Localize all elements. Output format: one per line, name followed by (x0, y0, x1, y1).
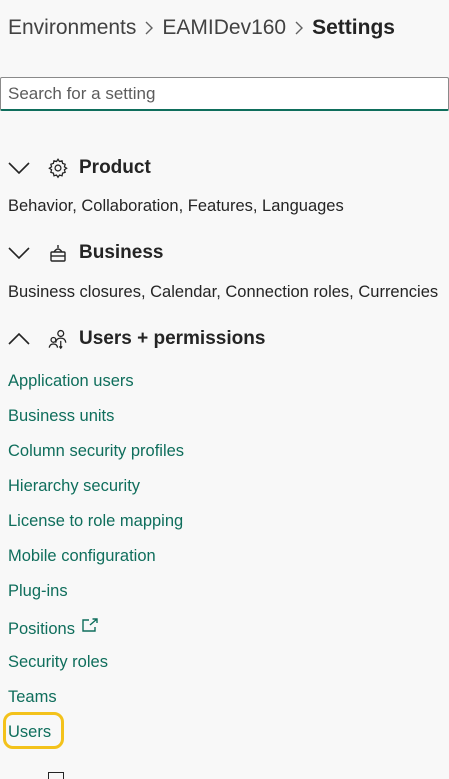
breadcrumb-environment-name[interactable]: EAMIDev160 (162, 14, 286, 42)
link-column-security-profiles[interactable]: Column security profiles (8, 440, 184, 462)
chevron-down-icon[interactable] (6, 158, 32, 178)
link-positions-row[interactable]: Positions (8, 616, 99, 640)
link-users[interactable]: Users (8, 721, 51, 743)
search-box (0, 77, 449, 111)
breadcrumb: Environments EAMIDev160 Settings (8, 14, 395, 42)
group-title-product: Product (79, 157, 151, 178)
link-teams[interactable]: Teams (8, 686, 57, 708)
chevron-right-icon (286, 14, 312, 42)
group-description-business: Business closures, Calendar, Connection … (8, 283, 439, 301)
people-icon (46, 327, 70, 351)
link-business-units[interactable]: Business units (8, 405, 114, 427)
group-title-users-permissions: Users + permissions (79, 328, 266, 349)
group-description-product: Behavior, Collaboration, Features, Langu… (8, 197, 344, 215)
link-application-users[interactable]: Application users (8, 370, 134, 392)
chevron-down-icon[interactable] (6, 243, 32, 263)
next-group-title-cutoff (78, 770, 178, 779)
group-header-business[interactable]: Business (6, 239, 163, 267)
business-icon (46, 241, 70, 265)
link-positions[interactable]: Positions (8, 620, 75, 638)
link-plug-ins[interactable]: Plug-ins (8, 580, 68, 602)
link-mobile-configuration[interactable]: Mobile configuration (8, 545, 156, 567)
search-input[interactable] (1, 78, 448, 109)
audit-icon (48, 772, 64, 779)
chevron-up-icon[interactable] (6, 329, 32, 349)
group-title-business: Business (79, 242, 164, 263)
link-hierarchy-security[interactable]: Hierarchy security (8, 475, 140, 497)
breadcrumb-environments[interactable]: Environments (8, 14, 136, 42)
link-license-to-role-mapping[interactable]: License to role mapping (8, 510, 183, 532)
gear-icon (46, 156, 70, 180)
breadcrumb-current: Settings (312, 16, 395, 39)
group-header-users-permissions[interactable]: Users + permissions (6, 325, 265, 353)
chevron-right-icon (136, 14, 162, 42)
open-external-icon (81, 616, 99, 638)
link-security-roles[interactable]: Security roles (8, 651, 108, 673)
settings-page: Environments EAMIDev160 Settings Product… (0, 0, 449, 779)
group-header-product[interactable]: Product (6, 154, 151, 182)
